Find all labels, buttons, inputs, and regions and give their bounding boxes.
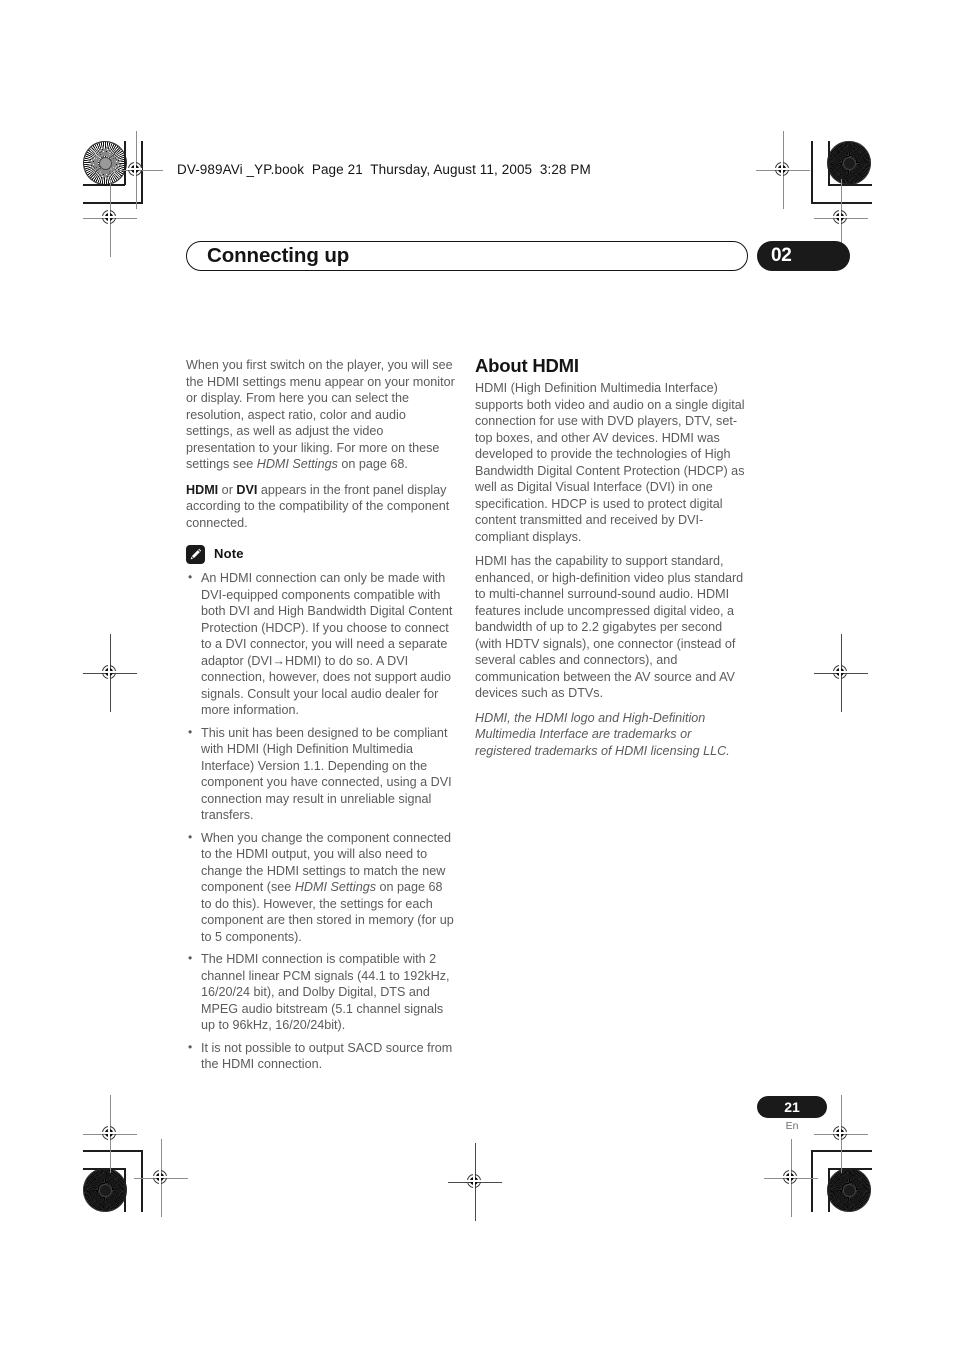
- registration-rosette-top-right: [827, 141, 871, 185]
- crop-mark-line: [811, 1150, 813, 1212]
- intro-part2: on page 68.: [337, 457, 408, 471]
- language-code: En: [785, 1120, 799, 1132]
- list-item: The HDMI connection is compatible with 2…: [186, 950, 456, 1034]
- registration-target: [83, 179, 137, 257]
- crop-mark-line: [83, 202, 143, 204]
- crop-mark-line: [83, 1168, 125, 1170]
- about-hdmi-paragraph-2: HDMI has the capability to support stand…: [475, 554, 744, 700]
- registration-target: [83, 1095, 137, 1173]
- term-hdmi: HDMI: [186, 482, 219, 497]
- registration-rosette-bottom-left: [83, 1168, 127, 1212]
- right-column: About HDMI HDMI (High Definition Multime…: [475, 355, 745, 767]
- page-number: 21: [784, 1099, 800, 1115]
- registration-rosette-top-left: [83, 141, 127, 185]
- pencil-icon: [186, 545, 205, 564]
- chapter-title: Connecting up: [207, 244, 350, 267]
- crop-mark-line: [83, 184, 125, 186]
- crop-mark-line: [828, 1168, 872, 1170]
- crop-mark-line: [811, 202, 872, 204]
- list-item: When you change the component connected …: [186, 829, 456, 946]
- registration-rosette-bottom-right: [827, 1168, 871, 1212]
- registration-target: [814, 1095, 868, 1173]
- left-column: When you first switch on the player, you…: [186, 357, 456, 1079]
- about-hdmi-paragraph-1: HDMI (High Definition Multimedia Interfa…: [475, 381, 745, 544]
- crop-mark-line: [83, 1150, 143, 1152]
- section-heading-about-hdmi: About HDMI: [475, 355, 579, 376]
- registration-target: [764, 1139, 818, 1217]
- crop-mark-line: [828, 184, 872, 186]
- print-header-text: DV-989AVi _YP.book Page 21 Thursday, Aug…: [177, 162, 591, 177]
- crop-mark-line: [811, 1150, 872, 1152]
- crop-mark-line: [124, 1168, 126, 1212]
- registration-target: [134, 1139, 188, 1217]
- registration-target: [756, 131, 810, 209]
- crop-mark-line: [828, 141, 830, 185]
- intro-paragraph: When you first switch on the player, you…: [186, 357, 456, 473]
- display-paragraph: HDMI or DVI appears in the front panel d…: [186, 482, 456, 532]
- display-mid: or: [218, 482, 237, 497]
- list-item: An HDMI connection can only be made with…: [186, 569, 456, 719]
- list-item: It is not possible to output SACD source…: [186, 1039, 456, 1073]
- note-label: Note: [214, 546, 244, 562]
- crop-mark-line: [828, 1168, 830, 1212]
- bullet-italic-ref: HDMI Settings: [294, 880, 376, 894]
- registration-target: [448, 1143, 502, 1221]
- crop-mark-line: [811, 141, 813, 203]
- registration-target: [83, 634, 137, 712]
- list-item: This unit has been designed to be compli…: [186, 724, 456, 824]
- registration-target: [109, 131, 163, 209]
- note-header: Note: [186, 545, 456, 564]
- trademark-notice: HDMI, the HDMI logo and High-Definition …: [475, 710, 730, 758]
- term-dvi: DVI: [236, 482, 258, 497]
- chapter-number-badge: 02: [757, 241, 850, 271]
- chapter-title-bar: Connecting up: [186, 241, 748, 271]
- chapter-number: 02: [771, 245, 792, 266]
- intro-italic-ref: HDMI Settings: [256, 457, 338, 471]
- note-bullet-list: An HDMI connection can only be made with…: [186, 569, 456, 1073]
- crop-mark-line: [141, 1150, 143, 1212]
- registration-target: [814, 179, 868, 257]
- registration-target: [814, 634, 868, 712]
- page-number-badge: 21: [757, 1096, 827, 1118]
- intro-part1: When you first switch on the player, you…: [186, 358, 455, 471]
